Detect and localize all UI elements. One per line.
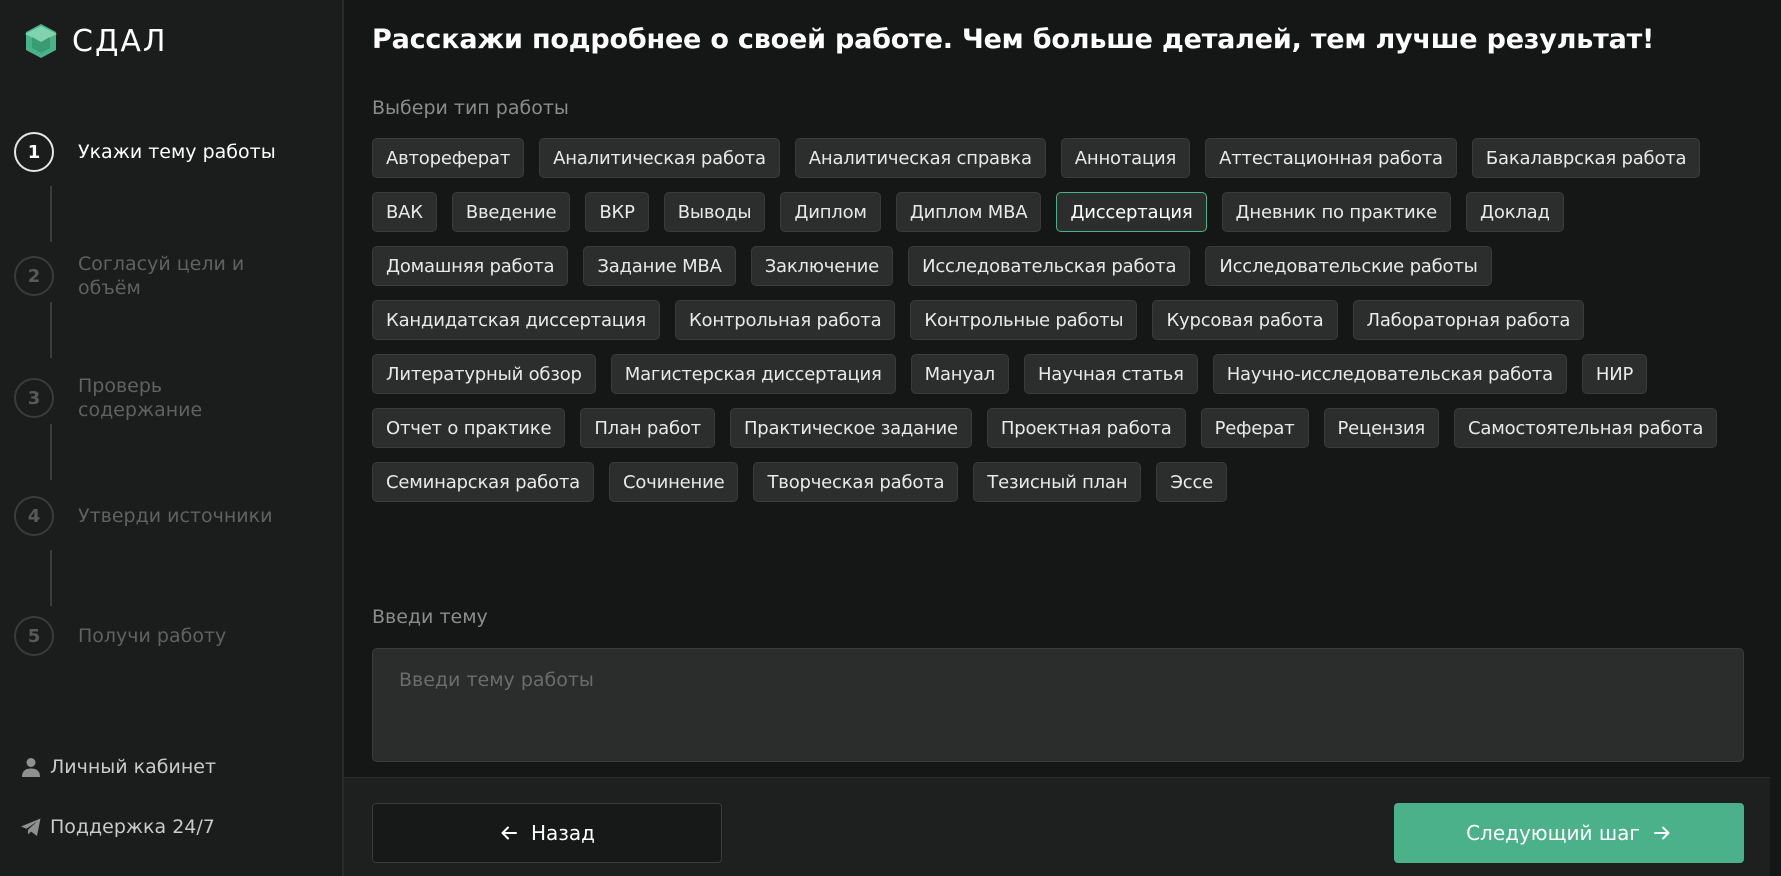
step-connector (50, 550, 52, 606)
main-content: Расскажи подробнее о своей работе. Чем б… (344, 0, 1781, 876)
app-window: СДАЛ 1 Укажи тему работы 2 Согласуй цели… (0, 0, 1781, 876)
work-type-chip[interactable]: Творческая работа (753, 462, 959, 502)
work-type-chip[interactable]: Домашняя работа (372, 246, 569, 286)
next-label: Следующий шаг (1466, 821, 1640, 845)
logo-icon (25, 24, 57, 58)
step-label: Получи работу (78, 625, 227, 647)
work-type-chip[interactable]: Практическое задание (729, 408, 972, 448)
topic-label: Введи тему (372, 606, 488, 628)
work-type-chip[interactable]: Аттестационная работа (1205, 138, 1457, 178)
work-type-chip[interactable]: Реферат (1200, 408, 1309, 448)
work-type-chip[interactable]: Научная статья (1023, 354, 1198, 394)
back-label: Назад (530, 821, 595, 845)
work-type-chip[interactable]: Диплом (780, 192, 881, 232)
page-title: Расскажи подробнее о своей работе. Чем б… (372, 24, 1655, 55)
step-number: 4 (14, 496, 54, 536)
work-type-chip[interactable]: Курсовая работа (1152, 300, 1338, 340)
step-label: Утверди источники (78, 505, 273, 527)
work-type-chip[interactable]: НИР (1581, 354, 1648, 394)
work-type-chip[interactable]: Сочинение (608, 462, 739, 502)
work-type-chip[interactable]: Автореферат (372, 138, 525, 178)
step-number: 2 (14, 256, 54, 296)
work-type-chip[interactable]: Проектная работа (986, 408, 1186, 448)
work-type-chip[interactable]: Литературный обзор (372, 354, 596, 394)
step-connector (50, 302, 52, 358)
support-label: Поддержка 24/7 (50, 816, 215, 838)
topic-input[interactable] (372, 648, 1744, 762)
work-type-chip[interactable]: План работ (580, 408, 715, 448)
work-type-chip[interactable]: Самостоятельная работа (1454, 408, 1718, 448)
work-type-chip[interactable]: Исследовательские работы (1205, 246, 1492, 286)
arrow-right-icon (1653, 826, 1670, 840)
telegram-icon (21, 818, 41, 836)
sidebar: СДАЛ 1 Укажи тему работы 2 Согласуй цели… (0, 0, 344, 876)
footer-bar: Назад Следующий шаг (344, 777, 1770, 876)
step-number: 5 (14, 616, 54, 656)
work-type-chip[interactable]: Отчет о практике (372, 408, 566, 448)
logo[interactable]: СДАЛ (24, 22, 167, 60)
work-type-chip[interactable]: Аннотация (1060, 138, 1191, 178)
step-connector (50, 424, 52, 480)
work-type-chip[interactable]: Бакалаврская работа (1471, 138, 1701, 178)
step-1[interactable]: 1 Укажи тему работы (14, 132, 298, 172)
work-type-chip[interactable]: Введение (451, 192, 571, 232)
work-type-chip[interactable]: Выводы (663, 192, 766, 232)
work-type-chip[interactable]: ВАК (372, 192, 437, 232)
work-type-chips: Автореферат Аналитическая работа Аналитиче… (372, 138, 1752, 502)
step-3[interactable]: 3 Проверь содержание (14, 374, 228, 422)
support-link[interactable]: Поддержка 24/7 (20, 816, 215, 838)
work-type-chip[interactable]: ВКР (585, 192, 649, 232)
work-type-chip[interactable]: Заключение (750, 246, 894, 286)
step-4[interactable]: 4 Утверди источники (14, 496, 298, 536)
work-type-chip[interactable]: Диссертация (1056, 192, 1207, 232)
work-type-chip[interactable]: Мануал (910, 354, 1009, 394)
work-type-chip[interactable]: Рецензия (1323, 408, 1440, 448)
work-type-chip[interactable]: Тезисный план (973, 462, 1142, 502)
work-type-chip[interactable]: Контрольная работа (674, 300, 896, 340)
work-type-chip[interactable]: Аналитическая справка (794, 138, 1046, 178)
step-label: Укажи тему работы (78, 141, 276, 163)
work-type-chip[interactable]: Диплом MBA (895, 192, 1042, 232)
step-5[interactable]: 5 Получи работу (14, 616, 298, 656)
work-type-chip[interactable]: Лабораторная работа (1352, 300, 1585, 340)
user-icon (22, 758, 40, 777)
account-label: Личный кабинет (50, 756, 217, 778)
next-step-button[interactable]: Следующий шаг (1394, 803, 1744, 863)
work-type-chip[interactable]: Магистерская диссертация (610, 354, 896, 394)
work-type-chip[interactable]: Научно-исследовательская работа (1212, 354, 1567, 394)
arrow-left-icon (501, 826, 517, 840)
work-type-chip[interactable]: Кандидатская диссертация (372, 300, 660, 340)
work-type-chip[interactable]: Эссе (1156, 462, 1228, 502)
step-label: Проверь содержание (78, 375, 203, 421)
work-type-chip[interactable]: Задание MBA (583, 246, 736, 286)
back-button[interactable]: Назад (372, 803, 722, 863)
work-type-label: Выбери тип работы (372, 97, 569, 119)
work-type-chip[interactable]: Исследовательская работа (908, 246, 1191, 286)
step-connector (50, 186, 52, 242)
step-label: Согласуй цели и объём (78, 253, 245, 299)
brand-name: СДАЛ (72, 23, 168, 59)
step-number: 3 (14, 378, 54, 418)
step-number: 1 (14, 132, 54, 172)
account-link[interactable]: Личный кабинет (20, 756, 216, 778)
step-2[interactable]: 2 Согласуй цели и объём (14, 252, 258, 300)
work-type-chip[interactable]: Контрольные работы (910, 300, 1138, 340)
work-type-chip[interactable]: Доклад (1466, 192, 1564, 232)
work-type-chip[interactable]: Аналитическая работа (539, 138, 780, 178)
work-type-chip[interactable]: Дневник по практике (1221, 192, 1452, 232)
work-type-chip[interactable]: Семинарская работа (372, 462, 594, 502)
